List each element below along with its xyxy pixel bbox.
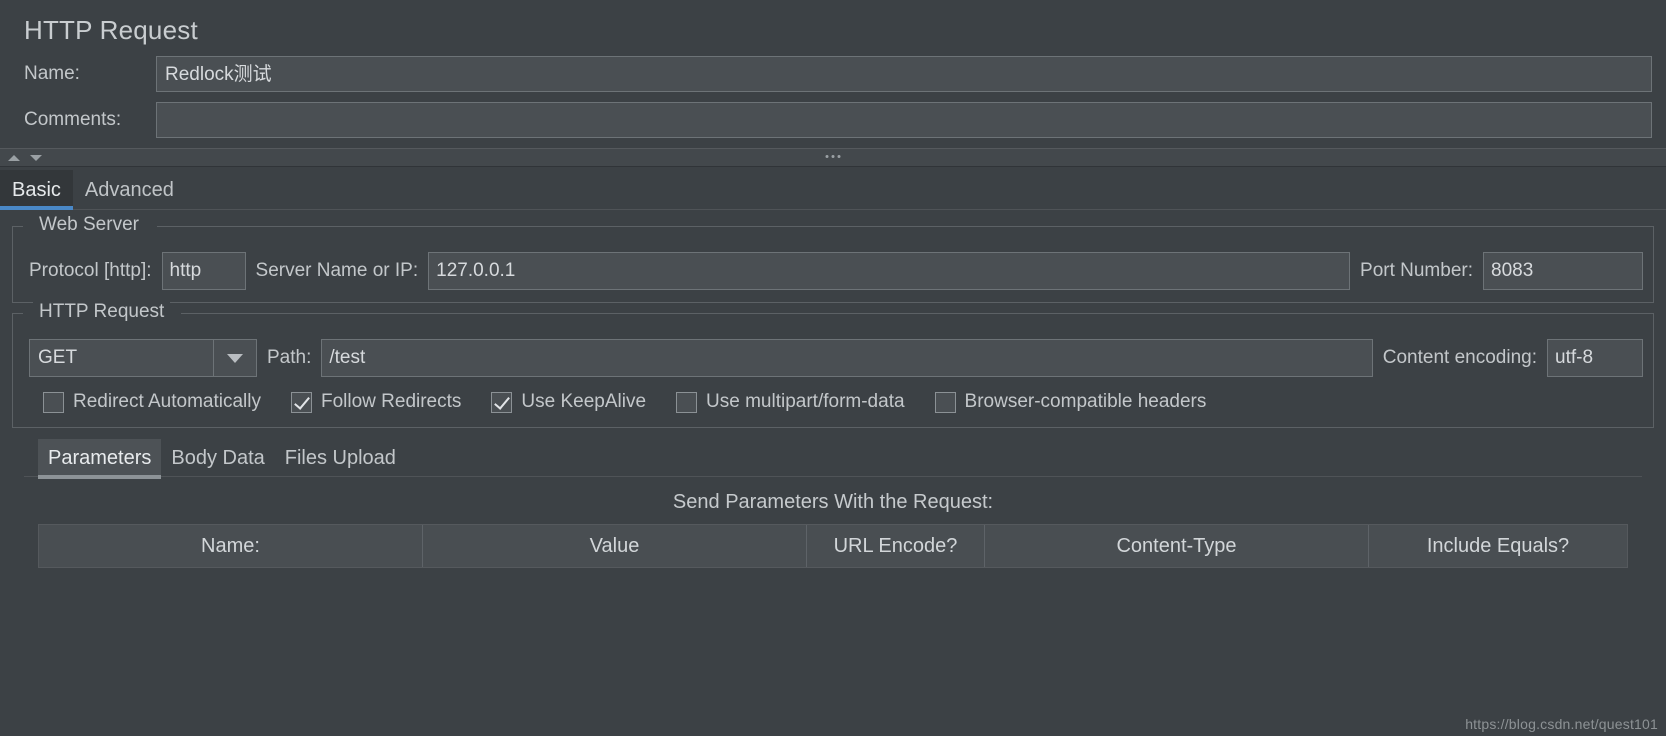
- column-header-value[interactable]: Value: [423, 525, 807, 567]
- option-label: Redirect Automatically: [73, 391, 261, 412]
- option-label: Use multipart/form-data: [706, 391, 905, 412]
- subtab-files-upload-label: Files Upload: [284, 447, 396, 469]
- group-border-left: [13, 226, 23, 227]
- watermark: https://blog.csdn.net/quest101: [1465, 716, 1658, 732]
- group-border-right: [157, 226, 1653, 227]
- subtab-body-data[interactable]: Body Data: [161, 439, 274, 476]
- column-header-name[interactable]: Name:: [39, 525, 423, 567]
- method-value: GET: [29, 339, 213, 377]
- content-encoding-label: Content encoding:: [1382, 347, 1537, 368]
- option-follow-redirects[interactable]: Follow Redirects: [290, 391, 462, 413]
- subtab-parameters[interactable]: Parameters: [38, 439, 162, 479]
- option-use-multipart[interactable]: Use multipart/form-data: [676, 391, 905, 413]
- tab-advanced-label: Advanced: [84, 179, 174, 201]
- protocol-input[interactable]: http: [161, 252, 246, 290]
- tab-basic-label: Basic: [12, 179, 61, 201]
- protocol-label: Protocol [http]:: [29, 260, 152, 281]
- triangle-up-icon[interactable]: [8, 154, 20, 161]
- comments-label: Comments:: [24, 109, 122, 130]
- checkbox-follow-redirects[interactable]: [290, 391, 312, 413]
- path-input[interactable]: /test: [321, 339, 1373, 377]
- option-browser-compatible-headers[interactable]: Browser-compatible headers: [934, 391, 1207, 413]
- option-label: Browser-compatible headers: [964, 391, 1207, 412]
- method-path-row: GET Path: /test Content encoding: utf-8: [23, 339, 1643, 377]
- port-label: Port Number:: [1360, 260, 1473, 281]
- http-request-fields: GET Path: /test Content encoding: utf-8 …: [23, 337, 1643, 419]
- content-encoding-input[interactable]: utf-8: [1547, 339, 1643, 377]
- method-combobox[interactable]: GET: [29, 339, 257, 377]
- option-label: Follow Redirects: [320, 391, 462, 412]
- http-request-panel: HTTP Request Name: Redlock测试 Comments: B…: [0, 0, 1666, 736]
- parameters-subtabs: Parameters Body Data Files Upload: [12, 436, 1654, 479]
- group-border-left-2: [13, 313, 23, 314]
- web-server-row: Protocol [http]: http Server Name or IP:…: [23, 252, 1643, 290]
- subtab-files-upload[interactable]: Files Upload: [275, 439, 406, 476]
- web-server-legend: Web Server: [33, 213, 145, 237]
- dots-grip-icon[interactable]: [825, 155, 841, 158]
- checkbox-browser-compatible-headers[interactable]: [934, 391, 956, 413]
- tab-advanced[interactable]: Advanced: [73, 170, 186, 209]
- server-input[interactable]: 127.0.0.1: [428, 252, 1351, 290]
- subtab-body-data-label: Body Data: [171, 447, 265, 469]
- request-options-row: Redirect Automatically Follow Redirects …: [23, 381, 1643, 419]
- option-redirect-automatically[interactable]: Redirect Automatically: [43, 391, 261, 413]
- http-request-legend: HTTP Request: [33, 300, 171, 324]
- subtab-parameters-label: Parameters: [48, 447, 152, 469]
- triangle-down-icon[interactable]: [30, 154, 42, 161]
- panel-header: HTTP Request Name: Redlock测试 Comments:: [0, 0, 1666, 138]
- comments-input[interactable]: [156, 102, 1652, 138]
- basic-tab-content: Web Server Protocol [http]: http Server …: [0, 210, 1666, 568]
- chevron-down-icon[interactable]: [213, 339, 257, 377]
- splitter-arrows: [8, 149, 42, 166]
- parameters-table: Name: Value URL Encode? Content-Type Inc…: [38, 524, 1628, 568]
- http-request-group: HTTP Request GET Path: /test Content enc…: [12, 300, 1654, 428]
- splitter-bar[interactable]: [0, 148, 1666, 167]
- port-input[interactable]: 8083: [1483, 252, 1643, 290]
- web-server-group: Web Server Protocol [http]: http Server …: [12, 213, 1654, 303]
- name-row: Name: Redlock测试: [24, 56, 1666, 92]
- option-use-keepalive[interactable]: Use KeepAlive: [491, 391, 646, 413]
- tab-basic[interactable]: Basic: [0, 170, 73, 210]
- web-server-fields: Protocol [http]: http Server Name or IP:…: [23, 250, 1643, 290]
- page-title: HTTP Request: [24, 15, 198, 45]
- main-tabstrip: Basic Advanced: [0, 167, 1666, 210]
- checkbox-use-keepalive[interactable]: [491, 391, 513, 413]
- checkbox-use-multipart[interactable]: [676, 391, 698, 413]
- column-header-content-type[interactable]: Content-Type: [985, 525, 1369, 567]
- path-label: Path:: [267, 347, 312, 368]
- name-input[interactable]: Redlock测试: [156, 56, 1652, 92]
- name-label: Name:: [24, 63, 80, 84]
- parameters-caption: Send Parameters With the Request:: [672, 491, 994, 513]
- column-header-url-encode[interactable]: URL Encode?: [807, 525, 985, 567]
- comments-row: Comments:: [24, 102, 1666, 138]
- group-border-right-2: [181, 313, 1653, 314]
- checkbox-redirect-automatically[interactable]: [43, 391, 64, 413]
- option-label: Use KeepAlive: [521, 391, 647, 412]
- column-header-include-equals[interactable]: Include Equals?: [1369, 525, 1627, 567]
- server-label: Server Name or IP:: [255, 260, 419, 281]
